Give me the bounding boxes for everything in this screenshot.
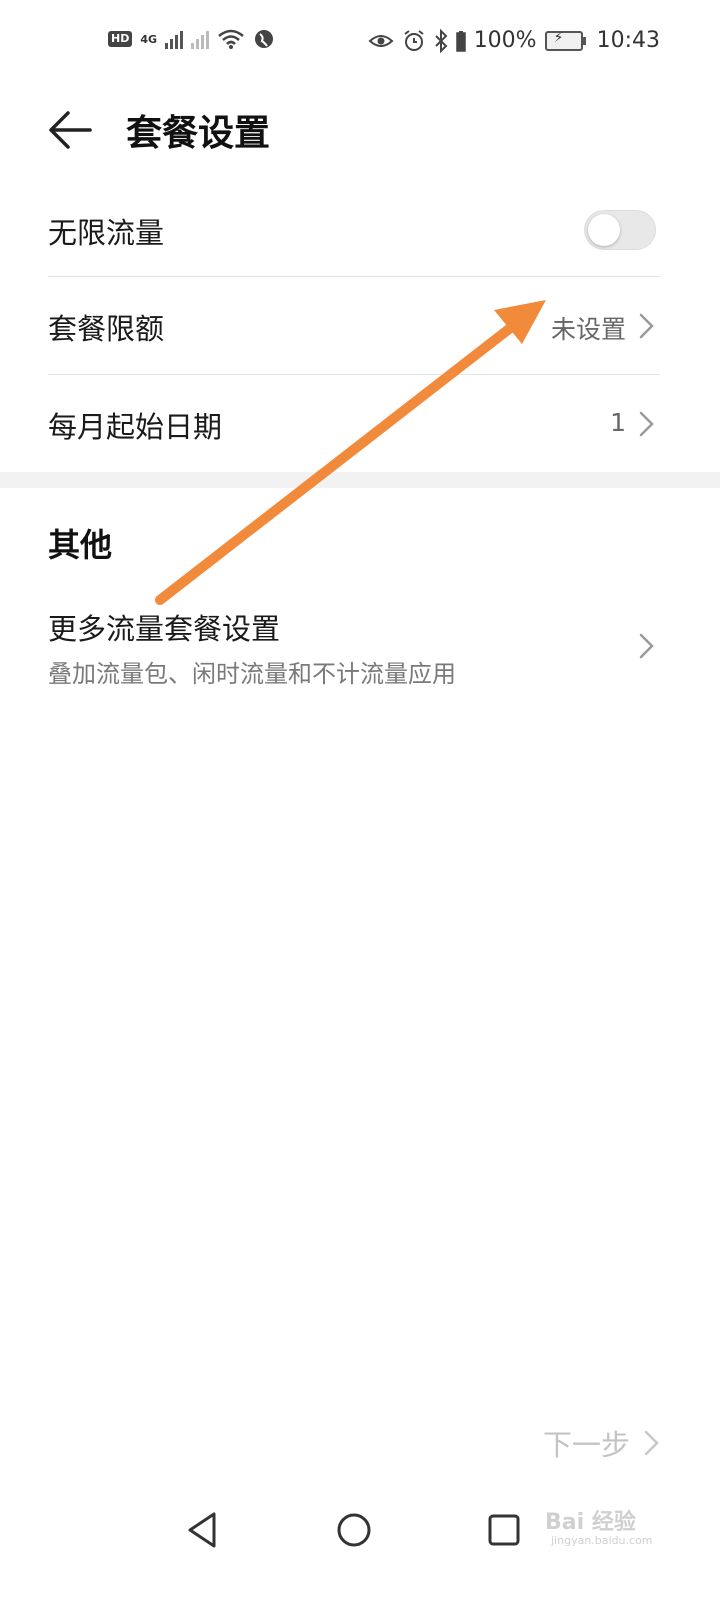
alarm-icon: [404, 29, 424, 51]
vpn-globe-icon: [255, 30, 274, 48]
plan-limit-label: 套餐限额: [48, 312, 165, 346]
arrow-left-icon: [49, 111, 92, 149]
section-title-other: 其他: [48, 526, 113, 564]
nav-recents-button[interactable]: [480, 1506, 528, 1554]
battery-percent: 100%: [473, 28, 537, 53]
unlimited-data-label: 无限流量: [48, 216, 165, 250]
month-start-date-value: 1: [610, 408, 626, 437]
month-start-date-row[interactable]: 每月起始日期 1: [48, 402, 658, 448]
network-type-label: 4G: [140, 32, 158, 46]
chevron-right-icon: [639, 633, 654, 659]
nav-recents-icon: [488, 1514, 520, 1546]
unlimited-data-toggle[interactable]: [584, 210, 656, 250]
eye-comfort-icon: [368, 34, 394, 47]
back-button[interactable]: [46, 108, 96, 152]
signal-no-sim-icon: [191, 29, 210, 49]
app-header: 套餐设置: [0, 90, 720, 170]
more-plan-settings-label: 更多流量套餐设置: [48, 612, 281, 646]
unlimited-data-row[interactable]: 无限流量: [48, 208, 658, 254]
clock-time: 10:43: [596, 28, 660, 53]
charging-icon: ⚡: [553, 29, 564, 46]
page-title: 套餐设置: [126, 113, 271, 154]
divider: [48, 374, 660, 375]
chevron-right-icon: [639, 411, 654, 437]
toggle-knob: [588, 214, 620, 246]
status-right-icons: 100% ⚡ 10:43: [368, 28, 660, 53]
plan-limit-value: 未设置: [550, 315, 626, 344]
chevron-right-icon: [639, 313, 654, 339]
nav-home-icon: [337, 1513, 371, 1547]
chevron-right-icon: [644, 1430, 659, 1456]
status-bar: HD 4G 100% ⚡ 10:43: [0, 0, 720, 90]
section-separator: [0, 472, 720, 488]
hd-volte-icon: HD: [108, 31, 133, 47]
battery-icon: ⚡: [544, 29, 586, 51]
wifi-icon: [218, 29, 244, 49]
nav-back-icon: [188, 1512, 216, 1548]
more-plan-settings-row[interactable]: 更多流量套餐设置 叠加流量包、闲时流量和不计流量应用: [48, 604, 658, 694]
more-plan-settings-description: 叠加流量包、闲时流量和不计流量应用: [48, 660, 456, 688]
battery-small-icon: [455, 30, 466, 52]
status-left-icons: HD 4G: [108, 28, 275, 50]
next-step-button[interactable]: 下一步: [543, 1422, 660, 1464]
plan-limit-row[interactable]: 套餐限额 未设置: [48, 304, 658, 350]
baidu-jingyan-watermark: Bai 经验 jingyan.baidu.com: [545, 1500, 695, 1550]
nav-back-button[interactable]: [180, 1506, 228, 1554]
month-start-date-label: 每月起始日期: [48, 410, 223, 444]
bluetooth-icon: [434, 28, 448, 53]
divider: [48, 276, 660, 277]
nav-home-button[interactable]: [330, 1506, 378, 1554]
next-step-label: 下一步: [542, 1428, 630, 1462]
watermark-url: jingyan.baidu.com: [551, 1534, 653, 1547]
watermark-text: Bai 经验: [545, 1510, 636, 1535]
signal-4g-icon: [165, 29, 184, 49]
